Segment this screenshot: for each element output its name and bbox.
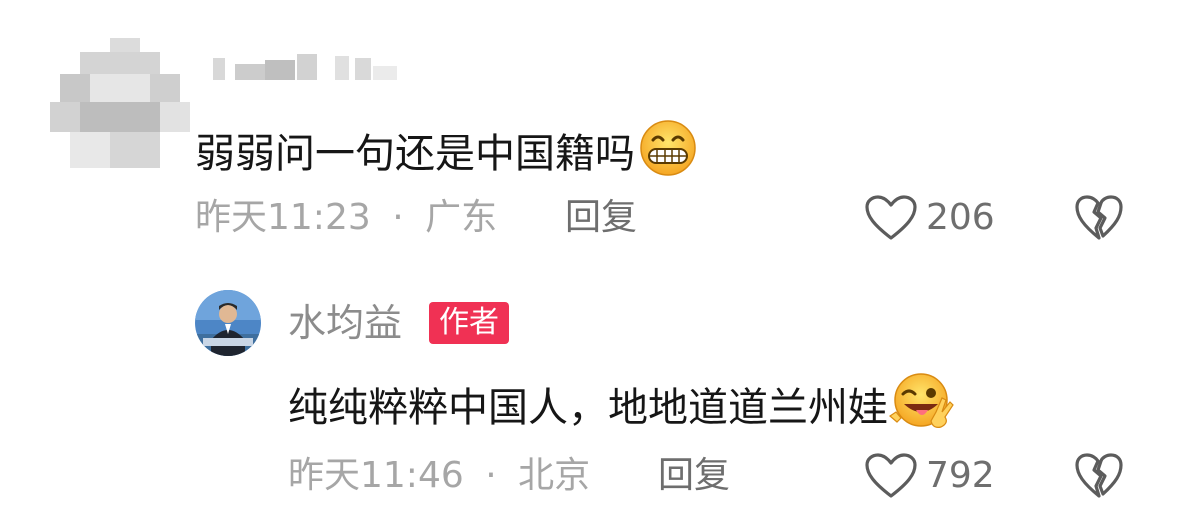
author-badge: 作者: [429, 302, 509, 344]
heart-outline-icon[interactable]: [864, 194, 918, 242]
broken-heart-icon[interactable]: [1074, 194, 1124, 242]
reply-reply-button[interactable]: 回复: [658, 454, 730, 498]
reply-location: 北京: [518, 455, 591, 496]
comment-location: 广东: [425, 197, 498, 238]
meta-separator: ·: [485, 455, 497, 496]
author-name[interactable]: 水均益: [288, 300, 402, 346]
comment-text-row: 弱弱问一句还是中国籍吗: [195, 118, 701, 189]
comment-like-count: 206: [926, 197, 995, 238]
author-avatar[interactable]: [195, 290, 261, 356]
commenter-username-redacted[interactable]: [205, 48, 405, 88]
comment-meta: 昨天11:23 · 广东: [195, 196, 497, 240]
reply-time: 昨天11:46: [288, 455, 464, 496]
meta-separator: ·: [392, 197, 404, 238]
comment-reply-button[interactable]: 回复: [565, 196, 637, 240]
reply-like-count: 792: [926, 455, 995, 496]
broken-heart-icon[interactable]: [1074, 452, 1124, 500]
reply-text: 纯纯粹粹中国人，地地道道兰州娃: [288, 384, 888, 431]
winking-tongue-emoji-icon: [888, 372, 958, 443]
comment-time: 昨天11:23: [195, 197, 371, 238]
commenter-avatar[interactable]: [50, 38, 190, 168]
comment-text: 弱弱问一句还是中国籍吗: [195, 130, 635, 177]
grinning-teeth-emoji-icon: [635, 118, 701, 189]
reply-text-row: 纯纯粹粹中国人，地地道道兰州娃: [288, 372, 958, 443]
heart-outline-icon[interactable]: [864, 452, 918, 500]
reply-meta: 昨天11:46 · 北京: [288, 454, 590, 498]
